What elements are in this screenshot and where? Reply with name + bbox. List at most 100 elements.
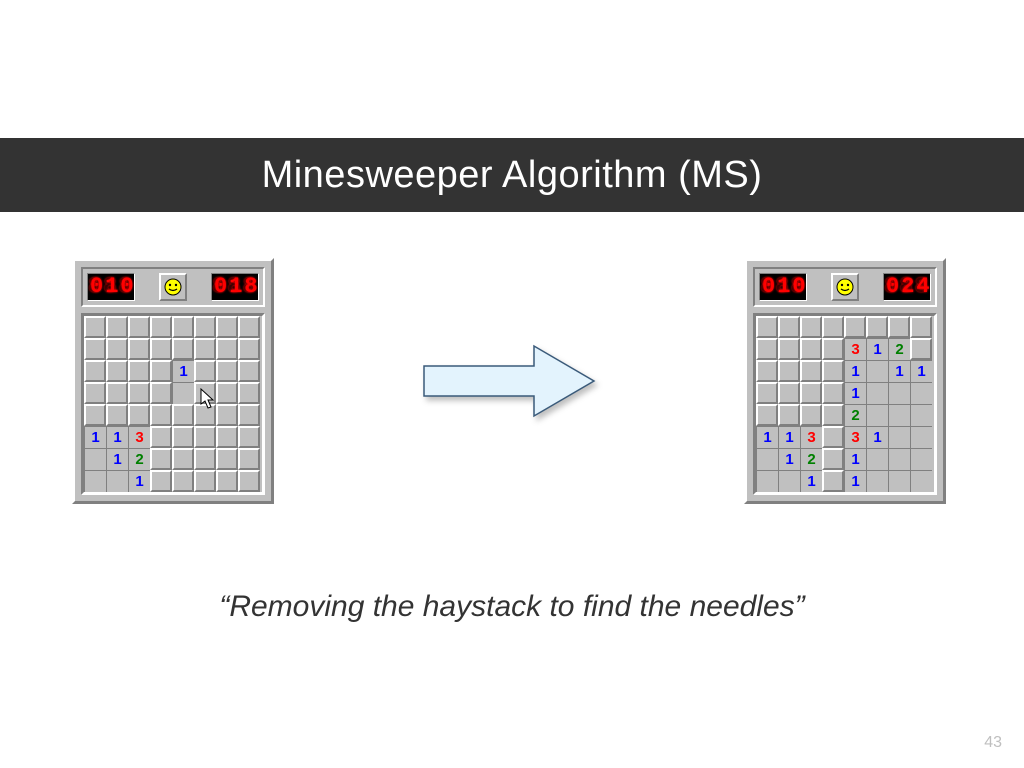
mine-cell[interactable]: [866, 382, 888, 404]
mine-cell[interactable]: [800, 382, 822, 404]
mine-cell[interactable]: [172, 470, 194, 492]
mine-cell[interactable]: [150, 316, 172, 338]
mine-cell[interactable]: [910, 470, 932, 492]
mine-cell[interactable]: [888, 448, 910, 470]
mine-cell[interactable]: 1: [106, 426, 128, 448]
mine-cell[interactable]: [822, 448, 844, 470]
mine-cell[interactable]: [866, 360, 888, 382]
smiley-button[interactable]: [159, 273, 187, 301]
mine-cell[interactable]: 3: [800, 426, 822, 448]
mine-cell[interactable]: 3: [844, 338, 866, 360]
mine-cell[interactable]: [216, 338, 238, 360]
mine-cell[interactable]: [150, 360, 172, 382]
mine-cell[interactable]: 1: [106, 448, 128, 470]
mine-cell[interactable]: [84, 360, 106, 382]
mine-cell[interactable]: [128, 404, 150, 426]
mine-cell[interactable]: [778, 404, 800, 426]
smiley-button[interactable]: [831, 273, 859, 301]
mine-cell[interactable]: [216, 404, 238, 426]
mine-cell[interactable]: [822, 382, 844, 404]
mine-cell[interactable]: [172, 404, 194, 426]
mine-cell[interactable]: [822, 338, 844, 360]
mine-cell[interactable]: [910, 448, 932, 470]
mine-cell[interactable]: [756, 404, 778, 426]
mine-cell[interactable]: 1: [756, 426, 778, 448]
mine-cell[interactable]: 1: [172, 360, 194, 382]
mine-cell[interactable]: [800, 316, 822, 338]
mine-cell[interactable]: 1: [866, 426, 888, 448]
mine-cell[interactable]: [238, 382, 260, 404]
mine-cell[interactable]: 1: [844, 360, 866, 382]
mine-cell[interactable]: [84, 382, 106, 404]
mine-cell[interactable]: [756, 448, 778, 470]
mine-cell[interactable]: 1: [128, 470, 150, 492]
mine-cell[interactable]: [238, 404, 260, 426]
mine-cell[interactable]: [150, 382, 172, 404]
mine-cell[interactable]: [106, 338, 128, 360]
mine-cell[interactable]: [128, 338, 150, 360]
mine-cell[interactable]: [194, 448, 216, 470]
mine-cell[interactable]: 1: [84, 426, 106, 448]
mine-cell[interactable]: [866, 470, 888, 492]
mine-cell[interactable]: [910, 404, 932, 426]
mine-cell[interactable]: [910, 426, 932, 448]
mine-cell[interactable]: [778, 338, 800, 360]
mine-cell[interactable]: [172, 338, 194, 360]
mine-grid[interactable]: 312111121133112111: [753, 313, 937, 495]
mine-cell[interactable]: [756, 382, 778, 404]
mine-cell[interactable]: 1: [778, 448, 800, 470]
mine-cell[interactable]: [778, 470, 800, 492]
mine-cell[interactable]: [756, 316, 778, 338]
mine-cell[interactable]: [194, 426, 216, 448]
mine-cell[interactable]: [84, 338, 106, 360]
mine-cell[interactable]: [194, 338, 216, 360]
mine-cell[interactable]: [844, 316, 866, 338]
mine-cell[interactable]: [756, 470, 778, 492]
mine-cell[interactable]: [238, 426, 260, 448]
mine-cell[interactable]: [800, 338, 822, 360]
mine-cell[interactable]: [822, 316, 844, 338]
mine-cell[interactable]: [866, 316, 888, 338]
mine-cell[interactable]: [888, 426, 910, 448]
mine-cell[interactable]: [84, 404, 106, 426]
mine-cell[interactable]: [888, 404, 910, 426]
mine-cell[interactable]: [150, 448, 172, 470]
mine-cell[interactable]: [194, 382, 216, 404]
mine-cell[interactable]: [238, 470, 260, 492]
mine-cell[interactable]: 1: [866, 338, 888, 360]
mine-cell[interactable]: [778, 382, 800, 404]
mine-cell[interactable]: [238, 316, 260, 338]
mine-cell[interactable]: [150, 338, 172, 360]
mine-cell[interactable]: [194, 360, 216, 382]
mine-cell[interactable]: [216, 316, 238, 338]
mine-cell[interactable]: [172, 316, 194, 338]
mine-grid[interactable]: 1113121: [81, 313, 265, 495]
mine-cell[interactable]: [216, 448, 238, 470]
mine-cell[interactable]: [866, 404, 888, 426]
mine-cell[interactable]: [822, 426, 844, 448]
mine-cell[interactable]: [194, 316, 216, 338]
mine-cell[interactable]: [238, 360, 260, 382]
mine-cell[interactable]: [756, 338, 778, 360]
mine-cell[interactable]: [216, 470, 238, 492]
mine-cell[interactable]: [800, 404, 822, 426]
mine-cell[interactable]: [822, 360, 844, 382]
mine-cell[interactable]: [888, 382, 910, 404]
mine-cell[interactable]: 1: [778, 426, 800, 448]
mine-cell[interactable]: 1: [910, 360, 932, 382]
mine-cell[interactable]: [194, 404, 216, 426]
mine-cell[interactable]: [778, 316, 800, 338]
mine-cell[interactable]: [84, 470, 106, 492]
mine-cell[interactable]: [128, 382, 150, 404]
mine-cell[interactable]: [194, 470, 216, 492]
mine-cell[interactable]: [172, 382, 194, 404]
mine-cell[interactable]: [238, 448, 260, 470]
mine-cell[interactable]: [106, 360, 128, 382]
mine-cell[interactable]: [888, 470, 910, 492]
mine-cell[interactable]: [910, 316, 932, 338]
mine-cell[interactable]: [106, 404, 128, 426]
mine-cell[interactable]: [756, 360, 778, 382]
mine-cell[interactable]: [216, 382, 238, 404]
mine-cell[interactable]: 1: [844, 470, 866, 492]
mine-cell[interactable]: [866, 448, 888, 470]
